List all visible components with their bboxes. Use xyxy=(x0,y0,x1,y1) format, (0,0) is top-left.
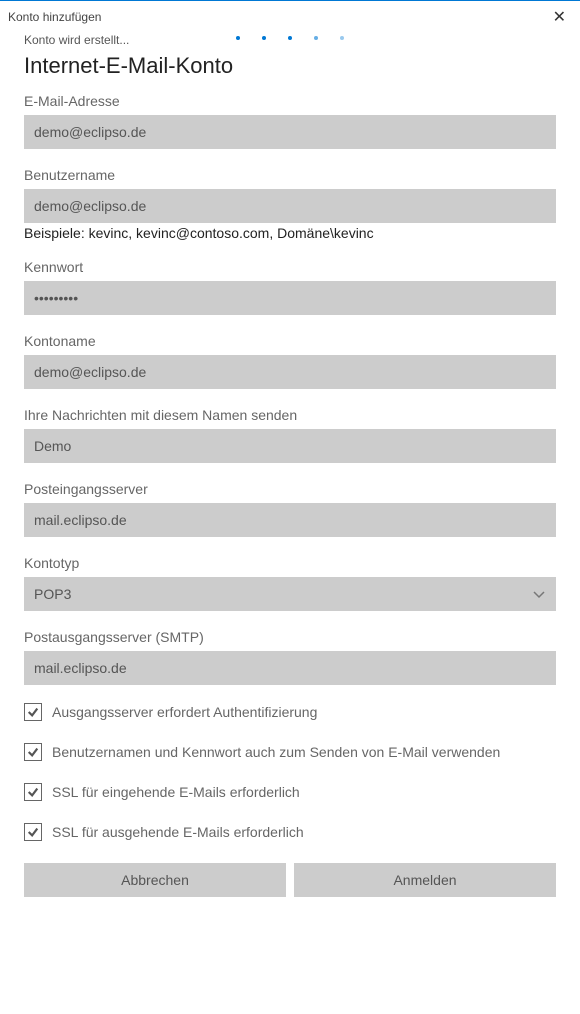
checkbox-sslin-label: SSL für eingehende E-Mails erforderlich xyxy=(52,784,300,800)
username-field-group: Benutzername Beispiele: kevinc, kevinc@c… xyxy=(24,167,556,241)
signin-button[interactable]: Anmelden xyxy=(294,863,556,897)
button-row: Abbrechen Anmelden xyxy=(0,863,580,897)
email-label: E-Mail-Adresse xyxy=(24,93,556,109)
outgoing-field-group: Postausgangsserver (SMTP) xyxy=(24,629,556,685)
checkbox-icon xyxy=(24,783,42,801)
window-title: Konto hinzufügen xyxy=(8,10,101,24)
username-label: Benutzername xyxy=(24,167,556,183)
checkbox-icon xyxy=(24,703,42,721)
checkbox-icon xyxy=(24,823,42,841)
incoming-field-group: Posteingangsserver xyxy=(24,481,556,537)
accountname-label: Kontoname xyxy=(24,333,556,349)
checkbox-sslout-label: SSL für ausgehende E-Mails erforderlich xyxy=(52,824,304,840)
loading-indicator xyxy=(236,36,344,40)
accounttype-select[interactable]: POP3 xyxy=(24,577,556,611)
username-hint: Beispiele: kevinc, kevinc@contoso.com, D… xyxy=(24,225,556,241)
sendername-label: Ihre Nachrichten mit diesem Namen senden xyxy=(24,407,556,423)
password-input[interactable] xyxy=(24,281,556,315)
checkbox-same-label: Benutzernamen und Kennwort auch zum Send… xyxy=(52,744,500,760)
cancel-button[interactable]: Abbrechen xyxy=(24,863,286,897)
checkbox-auth[interactable]: Ausgangsserver erfordert Authentifizieru… xyxy=(24,703,556,721)
username-input[interactable] xyxy=(24,189,556,223)
outgoing-input[interactable] xyxy=(24,651,556,685)
chevron-down-icon xyxy=(532,587,546,601)
checkbox-same-credentials[interactable]: Benutzernamen und Kennwort auch zum Send… xyxy=(24,743,556,761)
password-field-group: Kennwort xyxy=(24,259,556,315)
outgoing-label: Postausgangsserver (SMTP) xyxy=(24,629,556,645)
accounttype-value: POP3 xyxy=(34,586,71,602)
email-field-group: E-Mail-Adresse xyxy=(24,93,556,149)
sendername-field-group: Ihre Nachrichten mit diesem Namen senden xyxy=(24,407,556,463)
sendername-input[interactable] xyxy=(24,429,556,463)
accounttype-label: Kontotyp xyxy=(24,555,556,571)
email-input[interactable] xyxy=(24,115,556,149)
checkbox-auth-label: Ausgangsserver erfordert Authentifizieru… xyxy=(52,704,317,720)
titlebar: Konto hinzufügen ✕ xyxy=(0,1,580,29)
accountname-field-group: Kontoname xyxy=(24,333,556,389)
incoming-input[interactable] xyxy=(24,503,556,537)
checkbox-icon xyxy=(24,743,42,761)
accounttype-field-group: Kontotyp POP3 xyxy=(24,555,556,611)
checkbox-ssl-incoming[interactable]: SSL für eingehende E-Mails erforderlich xyxy=(24,783,556,801)
password-label: Kennwort xyxy=(24,259,556,275)
page-title: Internet-E-Mail-Konto xyxy=(24,53,556,79)
incoming-label: Posteingangsserver xyxy=(24,481,556,497)
close-icon[interactable]: ✕ xyxy=(547,7,572,27)
accountname-input[interactable] xyxy=(24,355,556,389)
checkbox-ssl-outgoing[interactable]: SSL für ausgehende E-Mails erforderlich xyxy=(24,823,556,841)
